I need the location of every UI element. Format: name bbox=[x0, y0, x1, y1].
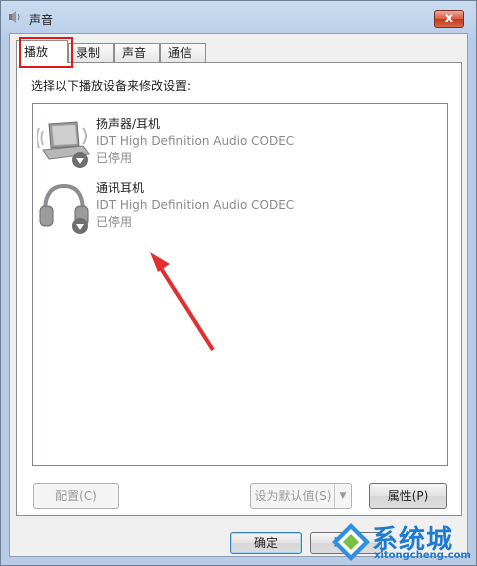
button-label: 设为默认值(S) bbox=[254, 489, 332, 503]
device-info: 通讯耳机 IDT High Definition Audio CODEC 已停用 bbox=[96, 180, 294, 231]
headphones-icon bbox=[39, 183, 89, 234]
configure-button[interactable]: 配置(C) bbox=[33, 483, 119, 509]
properties-button[interactable]: 属性(P) bbox=[369, 483, 447, 509]
device-driver: IDT High Definition Audio CODEC bbox=[96, 198, 295, 212]
watermark: 系统城 xitongcheng.com bbox=[324, 519, 477, 566]
tab-recording[interactable]: 录制 bbox=[68, 43, 114, 62]
device-info: 扬声器/耳机 IDT High Definition Audio CODEC 已… bbox=[96, 116, 294, 167]
close-icon: x bbox=[444, 11, 454, 26]
tab-sounds[interactable]: 声音 bbox=[114, 43, 160, 62]
device-name: 扬声器/耳机 bbox=[96, 117, 161, 131]
title-bar[interactable]: 声音 x bbox=[1, 1, 476, 31]
tab-communications[interactable]: 通信 bbox=[160, 43, 206, 62]
tab-label: 通信 bbox=[168, 46, 193, 60]
device-name: 通讯耳机 bbox=[96, 181, 145, 195]
button-label: 确定 bbox=[253, 536, 278, 550]
tab-label: 录制 bbox=[76, 46, 101, 60]
tab-label: 声音 bbox=[122, 46, 147, 60]
sound-dialog: 声音 x 播放 录制 声音 通信 选择以下播放设备来修改设置: 扬声器/耳机 I… bbox=[0, 0, 477, 566]
device-item-headset[interactable]: 通讯耳机 IDT High Definition Audio CODEC 已停用 bbox=[33, 176, 447, 238]
speaker-laptop-icon bbox=[37, 121, 90, 168]
button-label: 属性(P) bbox=[387, 489, 429, 503]
ok-button[interactable]: 确定 bbox=[230, 532, 302, 554]
chevron-down-icon[interactable]: ▼ bbox=[334, 484, 351, 508]
device-status: 已停用 bbox=[96, 151, 133, 165]
device-item-speakers[interactable]: 扬声器/耳机 IDT High Definition Audio CODEC 已… bbox=[33, 112, 447, 174]
device-driver: IDT High Definition Audio CODEC bbox=[96, 134, 295, 148]
window-title: 声音 bbox=[29, 13, 54, 27]
playback-panel: 选择以下播放设备来修改设置: 扬声器/耳机 IDT High Definitio… bbox=[16, 62, 462, 516]
device-status: 已停用 bbox=[96, 215, 133, 229]
brand-logo-icon bbox=[332, 523, 370, 561]
highlight-box bbox=[19, 37, 73, 68]
set-default-button[interactable]: 设为默认值(S) ▼ bbox=[250, 483, 352, 509]
watermark-url: xitongcheng.com bbox=[374, 550, 471, 561]
device-list[interactable]: 扬声器/耳机 IDT High Definition Audio CODEC 已… bbox=[32, 103, 448, 466]
button-label: 配置(C) bbox=[55, 489, 97, 503]
instruction-text: 选择以下播放设备来修改设置: bbox=[31, 79, 192, 93]
dialog-body: 播放 录制 声音 通信 选择以下播放设备来修改设置: 扬声器/耳机 IDT Hi… bbox=[9, 33, 468, 557]
speaker-icon bbox=[9, 11, 20, 23]
close-button[interactable]: x bbox=[434, 10, 464, 28]
